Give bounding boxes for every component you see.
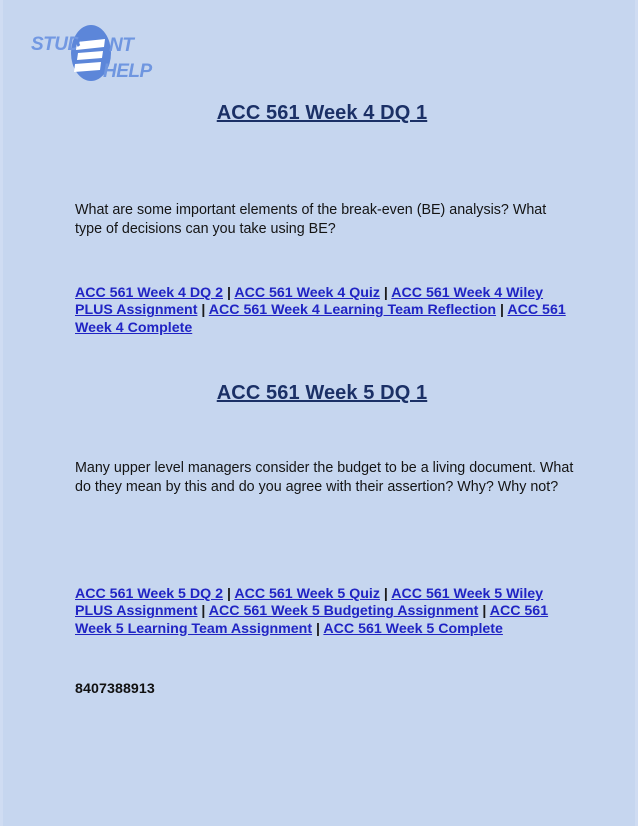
link-separator: | [379,586,392,602]
link-week-5-dq-2[interactable]: ACC 561 Week 5 DQ 2 [75,586,223,602]
link-separator: | [223,285,235,301]
document-page: STUD NT HELP ACC 561 Week 4 DQ 1 What ar… [0,0,638,826]
link-week-5-complete[interactable]: ACC 561 Week 5 Complete [323,621,503,637]
link-week-4-dq-2[interactable]: ACC 561 Week 4 DQ 2 [75,285,223,301]
link-separator: | [197,603,209,620]
link-separator: | [478,603,490,620]
link-week-5-budgeting-assignment[interactable]: ACC 561 Week 5 Budgeting Assignment [209,603,479,619]
page-title-week-4: ACC 561 Week 4 DQ 1 [216,102,428,124]
svg-text:NT: NT [109,35,135,56]
student-help-logo: STUD NT HELP [29,24,157,84]
link-separator: | [197,302,209,319]
link-list-week-4: ACC 561 Week 4 DQ 2 | ACC 561 Week 4 Qui… [75,285,571,337]
body-paragraph-week-5: Many upper level managers consider the b… [75,460,574,495]
link-week-4-learning-team-reflection[interactable]: ACC 561 Week 4 Learning Team Reflection [209,302,496,318]
link-week-4-quiz[interactable]: ACC 561 Week 4 Quiz [234,285,380,301]
link-separator: | [223,586,235,602]
link-separator: | [379,285,392,301]
link-list-week-5: ACC 561 Week 5 DQ 2 | ACC 561 Week 5 Qui… [75,586,571,638]
link-separator: | [496,302,508,319]
page-title-week-5: ACC 561 Week 5 DQ 1 [216,382,428,404]
link-separator: | [312,620,324,637]
contact-phone-number: 8407388913 [75,681,155,697]
body-paragraph-week-4: What are some important elements of the … [75,202,547,237]
student-help-logo-icon: STUD NT HELP [31,25,153,82]
link-week-5-quiz[interactable]: ACC 561 Week 5 Quiz [234,586,380,602]
svg-text:STUD: STUD [31,34,82,55]
svg-text:HELP: HELP [103,61,153,82]
